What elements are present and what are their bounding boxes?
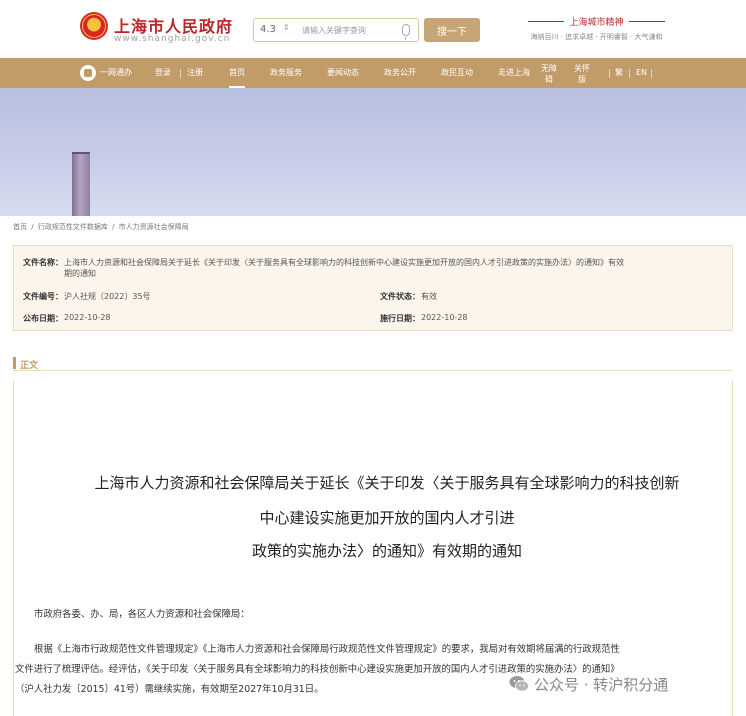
nav-separator bbox=[651, 69, 652, 78]
search-input[interactable] bbox=[302, 21, 398, 39]
breadcrumb-home[interactable]: 首页 bbox=[13, 223, 27, 231]
wechat-icon bbox=[509, 676, 529, 692]
search-box: 4.3 ⇕ bbox=[253, 18, 419, 42]
nav-login[interactable]: 登录 bbox=[155, 58, 171, 88]
breadcrumb-hr-bureau[interactable]: 市人力资源社会保障局 bbox=[119, 223, 189, 231]
breadcrumb-separator: / bbox=[112, 223, 115, 231]
site-url: www.shanghai.gov.cn bbox=[114, 34, 231, 44]
nav-gov-disclosure[interactable]: 政务公开 bbox=[384, 58, 416, 88]
nav-news[interactable]: 要闻动态 bbox=[327, 58, 359, 88]
document-body-line-3: （沪人社力发〔2015〕41号）需继续实施，有效期至2027年10月31日。 bbox=[15, 684, 324, 695]
site-header: 上海市人民政府 www.shanghai.gov.cn 4.3 ⇕ 搜一下 上海… bbox=[0, 0, 746, 58]
chevron-updown-icon[interactable]: ⇕ bbox=[283, 23, 290, 32]
nav-separator bbox=[609, 69, 610, 78]
doc-status-value: 有效 bbox=[421, 292, 437, 301]
nav-separator bbox=[180, 69, 181, 78]
document-body: 上海市人力资源和社会保障局关于延长《关于印发〈关于服务具有全球影响力的科技创新 … bbox=[13, 380, 733, 716]
section-header: 正文 bbox=[13, 357, 733, 371]
doc-status-label: 文件状态： bbox=[380, 292, 420, 301]
effective-date-value: 2022-10-28 bbox=[421, 313, 468, 322]
nav-english[interactable]: EN bbox=[636, 58, 647, 88]
breadcrumb-separator: / bbox=[31, 223, 34, 231]
microphone-icon[interactable] bbox=[402, 24, 410, 40]
one-net-service-logo-icon[interactable] bbox=[80, 65, 96, 81]
divider-line bbox=[629, 21, 665, 22]
document-salutation: 市政府各委、办、局，各区人力资源和社会保障局： bbox=[34, 609, 250, 620]
nav-accessibility[interactable]: 无障碍 bbox=[541, 58, 557, 88]
nav-home[interactable]: 首页 bbox=[229, 58, 245, 88]
nav-register[interactable]: 注册 bbox=[187, 58, 203, 88]
publish-date-value: 2022-10-28 bbox=[64, 313, 111, 322]
nav-one-net-service[interactable]: 一网通办 bbox=[100, 58, 132, 88]
doc-no-label: 文件编号： bbox=[23, 292, 63, 301]
nav-about-shanghai[interactable]: 走进上海 bbox=[498, 58, 530, 88]
section-marker bbox=[13, 357, 16, 369]
nav-gov-services[interactable]: 政务服务 bbox=[270, 58, 302, 88]
nav-elderly-mode[interactable]: 关怀版 bbox=[574, 58, 590, 88]
document-title-line-3: 政策的实施办法〉的通知》有效期的通知 bbox=[251, 542, 522, 560]
document-info-table: 文件名称： 上海市人力资源和社会保障局关于延长《关于印发〈关于服务具有全球影响力… bbox=[13, 245, 733, 331]
breadcrumb: 首页 / 行政规范性文件数据库 / 市人力资源社会保障局 bbox=[13, 222, 191, 232]
watermark-text: 公众号 · 转沪积分通 bbox=[534, 676, 669, 694]
main-nav: 一网通办 登录 注册 首页 政务服务 要闻动态 政务公开 政民互动 走进上海 无… bbox=[0, 58, 746, 88]
section-label: 正文 bbox=[20, 361, 39, 371]
national-emblem-icon bbox=[80, 12, 108, 40]
document-body-line-2: 文件进行了梳理评估。经评估，《关于印发〈关于服务具有全球影响力的科技创新中心建设… bbox=[15, 664, 620, 675]
doc-no-value: 沪人社规〔2022〕35号 bbox=[64, 292, 151, 301]
nav-traditional-chinese[interactable]: 繁 bbox=[615, 58, 623, 88]
effective-date-label: 施行日期： bbox=[380, 314, 420, 323]
hero-banner bbox=[0, 88, 746, 216]
document-title-line-2: 中心建设实施更加开放的国内人才引进 bbox=[259, 509, 515, 527]
nav-separator bbox=[629, 69, 630, 78]
skyscraper-image bbox=[72, 154, 90, 216]
search-button[interactable]: 搜一下 bbox=[424, 18, 480, 42]
doc-name-label: 文件名称： bbox=[23, 258, 63, 267]
nav-interaction[interactable]: 政民互动 bbox=[441, 58, 473, 88]
breadcrumb-doc-database[interactable]: 行政规范性文件数据库 bbox=[38, 223, 108, 231]
publish-date-label: 公布日期： bbox=[23, 314, 63, 323]
city-spirit-text: 海纳百川 · 追求卓越 · 开明睿智 · 大气谦和 bbox=[530, 33, 663, 41]
document-title-line-1: 上海市人力资源和社会保障局关于延长《关于印发〈关于服务具有全球影响力的科技创新 bbox=[94, 474, 680, 492]
document-body-line-1: 根据《上海市行政规范性文件管理规定》《上海市人力资源和社会保障局行政规范性文件管… bbox=[34, 644, 620, 655]
search-scope-select[interactable]: 4.3 bbox=[260, 24, 276, 35]
doc-name-value: 上海市人力资源和社会保障局关于延长《关于印发〈关于服务具有全球影响力的科技创新中… bbox=[64, 258, 624, 278]
